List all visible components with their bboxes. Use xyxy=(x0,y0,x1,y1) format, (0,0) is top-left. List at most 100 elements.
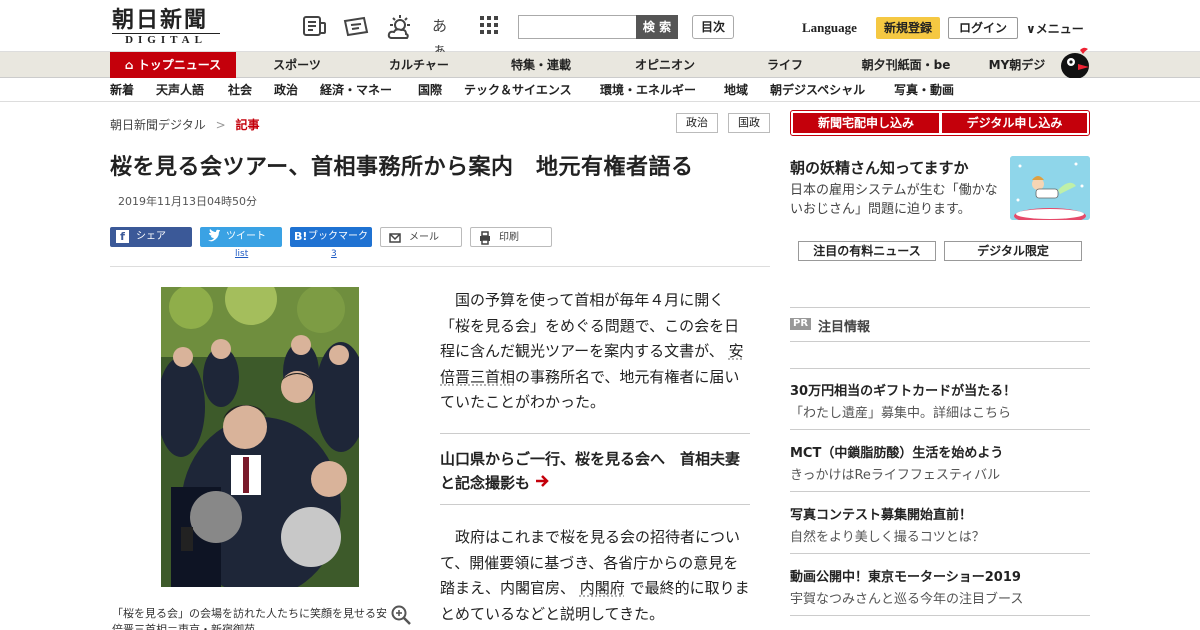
site-header: 朝日新聞 DIGITAL あぁ 検 索 目次 Language 新規登録 ログイ… xyxy=(0,0,1200,59)
breadcrumb-current: 記事 xyxy=(235,118,260,132)
related-article-title: 山口県からご一行、桜を見る会へ 首相夫妻と記念撮影も xyxy=(440,450,741,492)
pr-item-sub[interactable]: 宇賀なつみさんと巡る今年の注目ブース xyxy=(790,588,1023,607)
tag-national[interactable]: 国政 xyxy=(728,113,770,133)
tab-paid-news[interactable]: 注目の有料ニュース xyxy=(798,241,936,261)
divider xyxy=(790,553,1090,554)
twitter-label: ツイート xyxy=(226,231,266,242)
twitter-share-button[interactable]: ツイート xyxy=(200,227,282,247)
divider xyxy=(790,368,1090,369)
menu-label: メニュー xyxy=(1035,22,1084,36)
login-button[interactable]: ログイン xyxy=(948,17,1018,39)
weather-icon[interactable] xyxy=(386,14,412,39)
pr-heading: 注目情報 xyxy=(818,320,871,335)
article-title: 桜を見る会ツアー、首相事務所から案内 地元有権者語る xyxy=(110,155,694,180)
divider xyxy=(790,341,1090,342)
nav-features[interactable]: 特集・連載 xyxy=(494,52,588,78)
subnav-new[interactable]: 新着 xyxy=(110,78,134,102)
newspaper-icon[interactable] xyxy=(302,14,328,38)
subnav-economy[interactable]: 経済・マネー xyxy=(320,78,392,102)
subnav-region[interactable]: 地域 xyxy=(724,78,748,102)
register-button[interactable]: 新規登録 xyxy=(876,17,940,39)
twitter-icon xyxy=(207,227,221,255)
nav-label: トップニュース xyxy=(137,58,222,72)
print-button[interactable]: 印刷 xyxy=(470,227,552,247)
divider xyxy=(110,266,770,267)
article-date: 2019年11月13日04時50分 xyxy=(118,195,257,208)
asahi-logo[interactable]: 朝日新聞 DIGITAL xyxy=(112,8,230,46)
ad-text[interactable]: 日本の雇用システムが生む「働かないおじさん」問題に迫ります。 xyxy=(790,181,1005,219)
nav-life[interactable]: ライフ xyxy=(742,52,828,78)
nav-my-asadigi[interactable]: MY朝デジ xyxy=(980,52,1054,78)
subnav-society[interactable]: 社会 xyxy=(228,78,252,102)
mail-share-button[interactable]: メール xyxy=(380,227,462,247)
digital-subscribe-button[interactable]: デジタル申し込み xyxy=(942,113,1087,133)
breadcrumb: 朝日新聞デジタル > 記事 xyxy=(110,116,260,133)
nav-paper[interactable]: 朝夕刊紙面・be xyxy=(854,52,958,78)
search-button[interactable]: 検 索 xyxy=(636,15,678,39)
related-article[interactable]: 山口県からご一行、桜を見る会へ 首相夫妻と記念撮影も xyxy=(440,433,750,505)
search-input[interactable] xyxy=(518,15,638,39)
menu-button[interactable]: ∨メニュー xyxy=(1026,20,1084,37)
nav-sports[interactable]: スポーツ xyxy=(256,52,338,78)
pr-item-title[interactable]: 写真コンテスト募集開始直前！ xyxy=(790,504,972,523)
print-label: 印刷 xyxy=(499,232,519,243)
subnav-tenseijingo[interactable]: 天声人語 xyxy=(156,78,204,102)
mail-label: メール xyxy=(409,232,439,243)
pr-item-sub[interactable]: 自然をより美しく撮るコツとは？ xyxy=(790,526,985,545)
subnav-photo[interactable]: 写真・動画 xyxy=(894,78,954,102)
article-photo[interactable] xyxy=(161,287,359,587)
tab-digital-only[interactable]: デジタル限定 xyxy=(944,241,1082,261)
print-icon xyxy=(479,228,491,256)
bookmark-count-link[interactable]: 3 xyxy=(331,249,337,259)
divider xyxy=(790,307,1090,308)
hatena-bookmark-button[interactable]: B! ブックマーク xyxy=(290,227,372,247)
home-icon: ⌂ xyxy=(124,58,138,72)
organization-link[interactable]: 内閣府 xyxy=(580,579,625,597)
pr-badge: PR xyxy=(790,318,812,330)
divider xyxy=(790,429,1090,430)
pr-item-sub[interactable]: 「わたし遺産」募集中。詳細はこちら xyxy=(790,402,1011,421)
zoom-icon[interactable] xyxy=(390,604,412,626)
subnav-special[interactable]: 朝デジスペシャル xyxy=(770,78,865,102)
toc-button[interactable]: 目次 xyxy=(692,15,734,39)
nav-top-news[interactable]: ⌂ トップニュース xyxy=(110,52,236,78)
main-nav: ⌂ トップニュース スポーツ カルチャー 特集・連載 オピニオン ライフ 朝夕刊… xyxy=(0,52,1200,78)
divider xyxy=(790,491,1090,492)
newspaper-delivery-button[interactable]: 新聞宅配申し込み xyxy=(793,113,939,133)
tag-politics[interactable]: 政治 xyxy=(676,113,718,133)
arrow-right-icon xyxy=(535,473,551,492)
divider xyxy=(790,615,1090,616)
facebook-label: シェア xyxy=(136,231,166,242)
logo-main-text: 朝日新聞 xyxy=(112,7,209,33)
facebook-share-button[interactable]: f シェア xyxy=(110,227,192,247)
subnav-tech[interactable]: テック＆サイエンス xyxy=(464,78,572,102)
pr-item-sub[interactable]: きっかけはReライフフェスティバル xyxy=(790,464,1000,483)
ad-title[interactable]: 朝の妖精さん知ってますか xyxy=(790,157,969,178)
mail-icon xyxy=(389,228,401,256)
pr-item-title[interactable]: 30万円相当のギフトカードが当たる！ xyxy=(790,380,1016,399)
mascot-icon xyxy=(1058,44,1092,79)
photo-caption: 「桜を見る会」の会場を訪れた人たちに笑顔を見せる安倍晋三首相＝東京・新宿御苑 xyxy=(112,607,387,630)
coupon-icon[interactable] xyxy=(342,14,369,38)
subnav-environment[interactable]: 環境・エネルギー xyxy=(600,78,696,102)
nav-opinion[interactable]: オピニオン xyxy=(618,52,712,78)
subnav-international[interactable]: 国際 xyxy=(418,78,442,102)
facebook-icon: f xyxy=(116,230,129,243)
chevron-down-icon: ∨ xyxy=(1026,22,1036,36)
sub-nav: 新着 天声人語 社会 政治 経済・マネー 国際 テック＆サイエンス 環境・エネル… xyxy=(0,78,1200,102)
font-size-icon[interactable]: あぁ xyxy=(432,14,458,59)
hatena-icon: B! xyxy=(294,230,308,243)
ad-image[interactable] xyxy=(1010,156,1090,220)
subnav-politics[interactable]: 政治 xyxy=(274,78,298,102)
paragraph-text: 国の予算を使って首相が毎年４月に開く「桜を見る会」をめぐる問題で、この会を日程に… xyxy=(440,291,740,360)
nav-culture[interactable]: カルチャー xyxy=(372,52,466,78)
article-paragraph-2: 政府はこれまで桜を見る会の招待者について、開催要領に基づき、各省庁からの意見を踏… xyxy=(440,525,750,627)
breadcrumb-home[interactable]: 朝日新聞デジタル xyxy=(110,118,206,132)
pr-item-title[interactable]: 動画公開中！東京モーターショー2019 xyxy=(790,566,1021,585)
tweet-count-link[interactable]: list xyxy=(235,249,248,259)
language-link[interactable]: Language xyxy=(802,20,857,36)
grid-icon[interactable] xyxy=(478,14,504,38)
pr-item-title[interactable]: MCT（中鎖脂肪酸）生活を始めよう xyxy=(790,442,1003,461)
logo-sub-text: DIGITAL xyxy=(112,33,220,46)
article-paragraph-1: 国の予算を使って首相が毎年４月に開く「桜を見る会」をめぐる問題で、この会を日程に… xyxy=(440,288,750,416)
